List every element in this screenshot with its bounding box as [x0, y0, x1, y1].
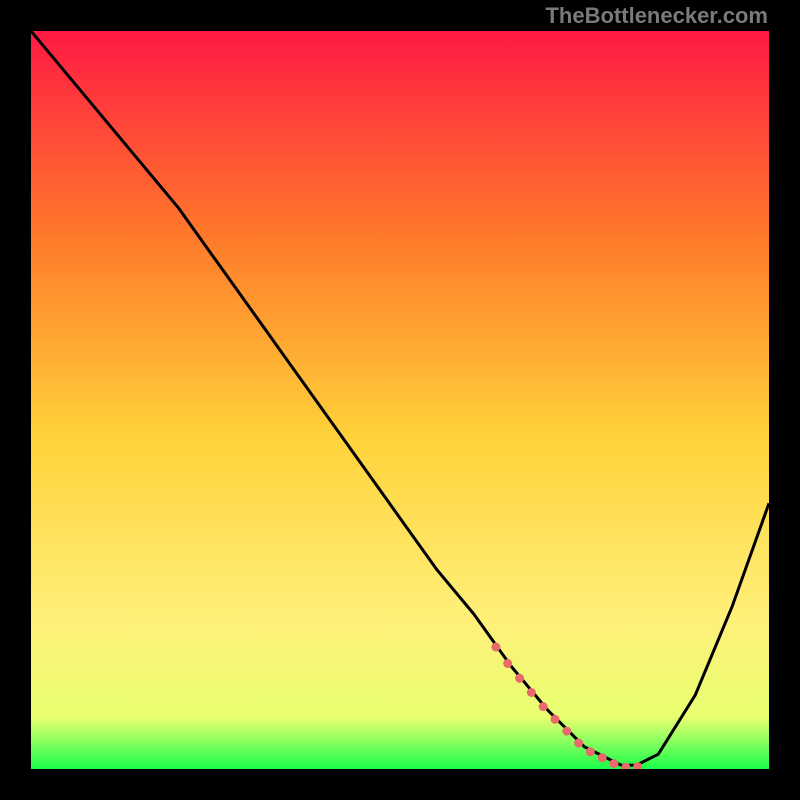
valley-dot — [515, 674, 524, 683]
valley-dot — [503, 659, 512, 668]
valley-dot — [491, 643, 500, 652]
curve-line — [31, 31, 769, 765]
valley-dot — [598, 753, 607, 762]
valley-dot — [539, 702, 548, 711]
watermark-text: TheBottlenecker.com — [545, 3, 768, 29]
bottleneck-curve — [31, 31, 769, 769]
valley-dot — [586, 747, 595, 756]
valley-dot — [562, 727, 571, 736]
chart-container: TheBottlenecker.com — [0, 0, 800, 800]
valley-dots — [491, 643, 642, 770]
valley-dot — [551, 715, 560, 724]
valley-dot — [527, 688, 536, 697]
valley-dot — [621, 763, 630, 769]
valley-dot — [574, 739, 583, 748]
plot-area — [31, 31, 769, 769]
valley-dot — [610, 759, 619, 768]
